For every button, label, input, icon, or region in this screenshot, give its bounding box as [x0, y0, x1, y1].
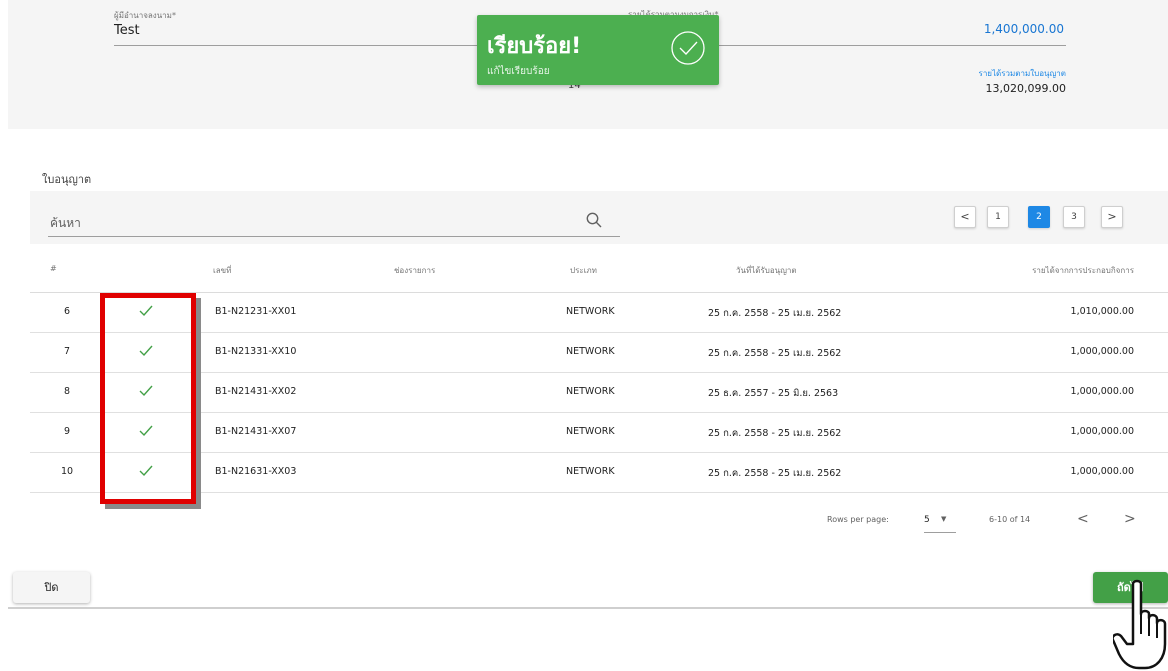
license-income: 1,010,000.00 [1070, 306, 1134, 317]
license-number: B1-N21331-XX10 [215, 346, 297, 357]
license-type: NETWORK [566, 426, 615, 437]
page-button-1[interactable]: 1 [987, 206, 1009, 228]
license-number: B1-N21631-XX03 [215, 466, 297, 477]
license-type: NETWORK [566, 386, 615, 397]
license-income: 1,000,000.00 [1070, 386, 1134, 397]
license-type: NETWORK [566, 466, 615, 477]
row-number: 8 [63, 386, 71, 397]
rows-per-page-select[interactable]: 5 ▼ [924, 511, 956, 533]
license-income: 1,000,000.00 [1070, 346, 1134, 357]
table-row[interactable]: 8 B1-N21431-XX02 NETWORK 25 ธ.ค. 2557 - … [30, 373, 1168, 413]
page-button-2[interactable]: 2 [1028, 206, 1050, 228]
license-income: 1,000,000.00 [1070, 426, 1134, 437]
license-type: NETWORK [566, 346, 615, 357]
table-header: # เลขที่ ช่องรายการ ประเภท วันที่ได้รับอ… [30, 244, 1168, 293]
table-row[interactable]: 6 B1-N21231-XX01 NETWORK 25 ก.ค. 2558 - … [30, 293, 1168, 333]
table-toolbar: < 1 2 3 > [30, 191, 1168, 244]
header-channel: ช่องรายการ [394, 266, 436, 275]
total-value: 13,020,099.00 [985, 82, 1066, 95]
license-number: B1-N21431-XX07 [215, 426, 297, 437]
next-page-button[interactable]: > [1124, 511, 1136, 527]
row-number: 6 [63, 306, 71, 317]
license-date: 25 ก.ค. 2558 - 25 เม.ย. 2562 [708, 428, 842, 439]
search-icon[interactable] [585, 211, 603, 229]
prev-page-button[interactable]: < [1077, 511, 1089, 527]
license-type: NETWORK [566, 306, 615, 317]
highlight-annotation [100, 293, 196, 504]
total-label: รายได้รวมตามใบอนุญาต [978, 69, 1066, 78]
section-title: ใบอนุญาต [42, 173, 92, 186]
license-date: 25 ธ.ค. 2557 - 25 มิ.ย. 2563 [708, 388, 839, 399]
success-toast: เรียบร้อย! แก้ไขเรียบร้อย [477, 15, 719, 85]
search-input[interactable] [48, 209, 620, 237]
page: ผู้มีอำนาจลงนาม* Test รายได้รวมตามงบการเ… [0, 0, 1168, 671]
license-date: 25 ก.ค. 2558 - 25 เม.ย. 2562 [708, 348, 842, 359]
header-num: # [50, 264, 57, 273]
header-date: วันที่ได้รับอนุญาต [736, 266, 797, 275]
toast-title: เรียบร้อย! [487, 34, 582, 59]
license-date: 25 ก.ค. 2558 - 25 เม.ย. 2562 [708, 308, 842, 319]
rows-per-page-label: Rows per page: [827, 515, 889, 524]
page-range-text: 6-10 of 14 [989, 515, 1031, 524]
caret-down-icon: ▼ [941, 515, 947, 523]
pager-prev-button[interactable]: < [954, 206, 976, 228]
check-circle-icon [671, 31, 705, 65]
row-number: 7 [63, 346, 71, 357]
license-income: 1,000,000.00 [1070, 466, 1134, 477]
rows-per-page-value: 5 [924, 515, 930, 525]
license-number: B1-N21431-XX02 [215, 386, 297, 397]
row-number: 10 [60, 466, 74, 477]
toast-subtitle: แก้ไขเรียบร้อย [487, 66, 550, 77]
pager-next-button[interactable]: > [1101, 206, 1123, 228]
table-row[interactable]: 10 B1-N21631-XX03 NETWORK 25 ก.ค. 2558 -… [30, 453, 1168, 493]
table-row[interactable]: 7 B1-N21331-XX10 NETWORK 25 ก.ค. 2558 - … [30, 333, 1168, 373]
header-income: รายได้จากการประกอบกิจการ [1032, 266, 1134, 275]
hand-pointer-icon [1113, 579, 1167, 670]
page-button-3[interactable]: 3 [1063, 206, 1085, 228]
close-button[interactable]: ปิด [13, 572, 90, 603]
header-type: ประเภท [570, 266, 597, 275]
row-number: 9 [63, 426, 71, 437]
license-number: B1-N21231-XX01 [215, 306, 297, 317]
table-row[interactable]: 9 B1-N21431-XX07 NETWORK 25 ก.ค. 2558 - … [30, 413, 1168, 453]
license-date: 25 ก.ค. 2558 - 25 เม.ย. 2562 [708, 468, 842, 479]
header-number: เลขที่ [213, 266, 232, 275]
